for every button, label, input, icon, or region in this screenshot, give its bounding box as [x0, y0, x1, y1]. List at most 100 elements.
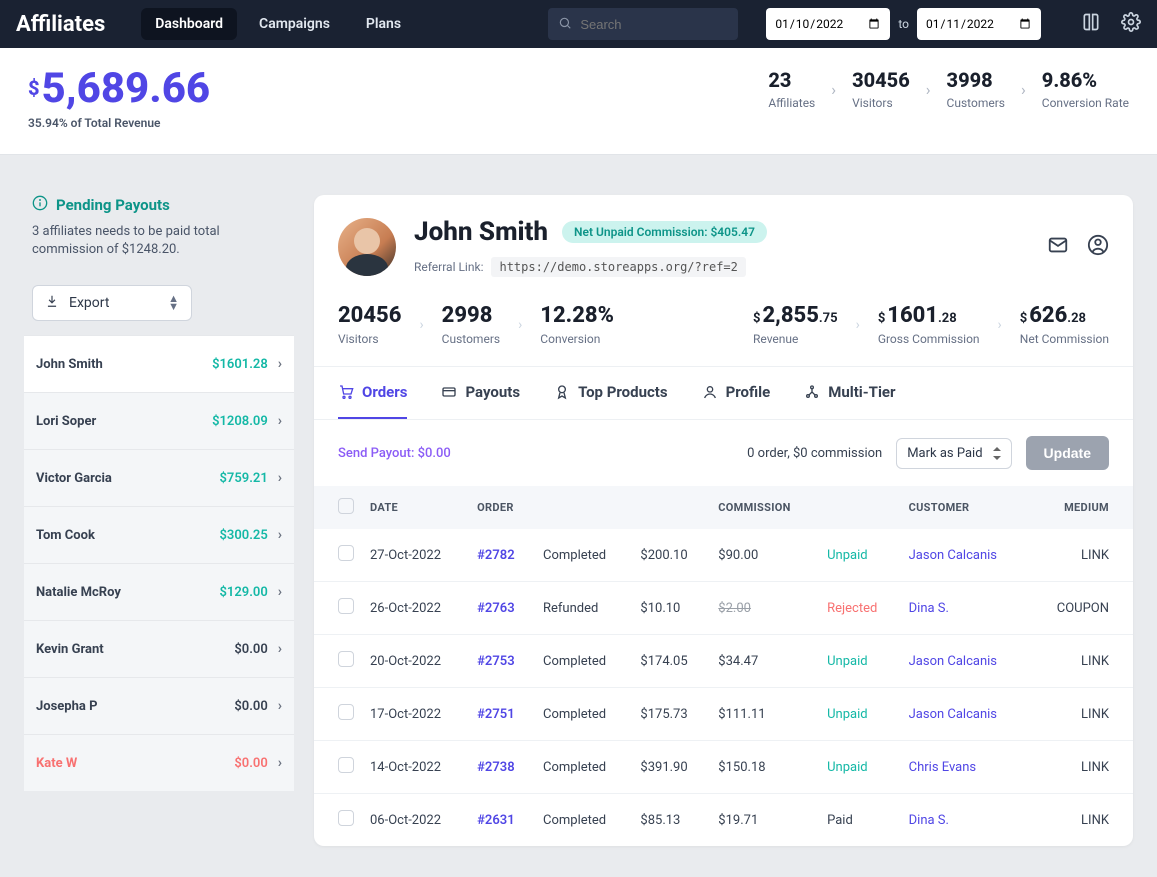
th-medium: MEDIUM	[1029, 486, 1133, 529]
stat-label: Gross Commission	[878, 332, 980, 346]
affiliate-name: Kevin Grant	[36, 642, 104, 657]
stat-label: Revenue	[753, 332, 838, 346]
tab-profile[interactable]: Profile	[702, 367, 771, 419]
select-all-checkbox[interactable]	[338, 498, 354, 514]
date-from-input[interactable]	[766, 8, 890, 40]
user-icon[interactable]	[1087, 234, 1109, 260]
th-order: ORDER	[469, 486, 535, 529]
chevron-right-icon: ›	[518, 317, 522, 333]
stat-conversion: 12.28%Conversion	[540, 303, 614, 346]
affiliate-item[interactable]: Josepha P $0.00 ›	[24, 677, 294, 734]
cell-cstate: Paid	[819, 794, 901, 847]
chevron-right-icon: ›	[278, 356, 282, 372]
mark-as-select[interactable]: Mark as Paid	[896, 438, 1011, 469]
customer-link[interactable]: Dina S.	[909, 601, 949, 616]
tab-top-products[interactable]: Top Products	[554, 367, 668, 419]
chevron-right-icon: ›	[278, 698, 282, 714]
main-layout: Pending Payouts 3 affiliates needs to be…	[0, 155, 1157, 876]
order-link[interactable]: #2751	[477, 707, 514, 722]
affiliate-amount: $0.00	[234, 699, 267, 714]
cell-date: 14-Oct-2022	[362, 741, 469, 794]
cell-date: 26-Oct-2022	[362, 582, 469, 635]
stat-value: 20456	[338, 303, 401, 328]
tab-multi-tier[interactable]: Multi-Tier	[804, 367, 895, 419]
customer-link[interactable]: Jason Calcanis	[909, 707, 997, 722]
chevron-right-icon: ›	[278, 755, 282, 771]
selection-summary: 0 order, $0 commission	[747, 446, 882, 461]
update-button[interactable]: Update	[1026, 436, 1109, 470]
th-date: DATE	[362, 486, 469, 529]
customer-link[interactable]: Dina S.	[909, 813, 949, 828]
table-row: 14-Oct-2022 #2738 Completed $391.90 $150…	[314, 741, 1133, 794]
tab-payouts[interactable]: Payouts	[441, 367, 520, 419]
pending-title: Pending Payouts	[32, 195, 286, 215]
customer-link[interactable]: Jason Calcanis	[909, 548, 997, 563]
pending-text: 3 affiliates needs to be paid total comm…	[32, 223, 286, 259]
nav-tab-campaigns[interactable]: Campaigns	[245, 8, 344, 40]
cell-amount: $175.73	[632, 688, 710, 741]
kpi-visitors: 30456 Visitors	[852, 68, 910, 110]
search-input[interactable]	[580, 17, 756, 32]
order-link[interactable]: #2738	[477, 760, 514, 775]
order-link[interactable]: #2782	[477, 548, 514, 563]
customer-link[interactable]: Chris Evans	[909, 760, 977, 775]
nav-tabs: Dashboard Campaigns Plans	[141, 8, 415, 40]
date-to-input[interactable]	[917, 8, 1041, 40]
affiliate-name: John Smith	[414, 217, 548, 247]
cell-status: Completed	[535, 529, 632, 582]
date-to-label: to	[898, 17, 909, 31]
cell-amount: $200.10	[632, 529, 710, 582]
affiliate-name: Tom Cook	[36, 528, 95, 543]
order-link[interactable]: #2763	[477, 601, 514, 616]
affiliate-name: Kate W	[36, 756, 77, 771]
inner-tabs: Orders Payouts Top Products Profile Mult…	[314, 367, 1133, 420]
cell-medium: LINK	[1029, 741, 1133, 794]
row-checkbox[interactable]	[338, 651, 354, 667]
chevron-right-icon: ›	[278, 641, 282, 657]
nav-tab-plans[interactable]: Plans	[352, 8, 415, 40]
cell-amount: $10.10	[632, 582, 710, 635]
send-payout-link[interactable]: Send Payout: $0.00	[338, 446, 451, 461]
chevron-right-icon: ›	[1021, 80, 1026, 99]
info-icon	[32, 195, 48, 215]
customer-link[interactable]: Jason Calcanis	[909, 654, 997, 669]
row-checkbox[interactable]	[338, 810, 354, 826]
referral-link[interactable]: https://demo.storeapps.org/?ref=2	[491, 257, 745, 277]
gear-icon[interactable]	[1121, 12, 1141, 36]
affiliate-amount: $1208.09	[212, 414, 268, 429]
cell-medium: COUPON	[1029, 582, 1133, 635]
search-box[interactable]	[548, 8, 738, 40]
affiliate-item[interactable]: Kevin Grant $0.00 ›	[24, 620, 294, 677]
tab-orders[interactable]: Orders	[338, 367, 407, 419]
kpi-customers: 3998 Customers	[947, 68, 1005, 110]
affiliate-item[interactable]: Kate W $0.00 ›	[24, 734, 294, 791]
affiliate-item[interactable]: Victor Garcia $759.21 ›	[24, 449, 294, 506]
chevron-right-icon: ›	[926, 80, 931, 99]
affiliate-item[interactable]: Lori Soper $1208.09 ›	[24, 392, 294, 449]
mail-icon[interactable]	[1047, 234, 1069, 260]
cell-cstate: Rejected	[819, 582, 901, 635]
kpi-value: 23	[768, 68, 815, 92]
order-link[interactable]: #2631	[477, 813, 514, 828]
affiliate-name: Natalie McRoy	[36, 585, 121, 600]
row-checkbox[interactable]	[338, 704, 354, 720]
orders-table: DATE ORDER COMMISSION CUSTOMER MEDIUM 27…	[314, 486, 1133, 846]
table-row: 26-Oct-2022 #2763 Refunded $10.10 $2.00 …	[314, 582, 1133, 635]
avatar	[338, 218, 396, 276]
order-link[interactable]: #2753	[477, 654, 514, 669]
book-icon[interactable]	[1081, 12, 1101, 36]
affiliate-item[interactable]: John Smith $1601.28 ›	[24, 335, 294, 392]
affiliate-item[interactable]: Natalie McRoy $129.00 ›	[24, 563, 294, 620]
stat-net-commission: $626.28Net Commission	[1020, 303, 1109, 346]
sort-icon: ▲▼	[168, 295, 179, 311]
affiliate-name: Josepha P	[36, 699, 97, 714]
export-button[interactable]: Export ▲▼	[32, 285, 192, 321]
row-checkbox[interactable]	[338, 545, 354, 561]
nav-tab-dashboard[interactable]: Dashboard	[141, 8, 237, 40]
affiliate-item[interactable]: Tom Cook $300.25 ›	[24, 506, 294, 563]
row-checkbox[interactable]	[338, 598, 354, 614]
kpi-value: 30456	[852, 68, 910, 92]
unpaid-badge: Net Unpaid Commission: $405.47	[562, 221, 767, 243]
row-checkbox[interactable]	[338, 757, 354, 773]
kpi-strip: $ 5,689.66 35.94% of Total Revenue 23 Af…	[0, 48, 1157, 155]
